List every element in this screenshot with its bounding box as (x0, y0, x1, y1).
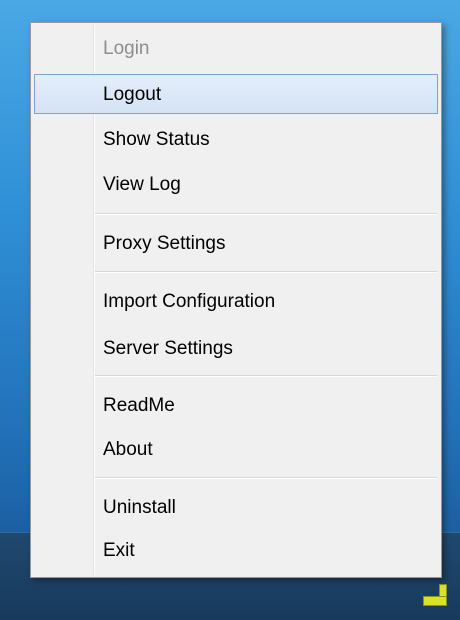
menu-item-label: Login (103, 38, 150, 59)
menu-item-label: Uninstall (103, 497, 176, 518)
menu-item-proxy-settings[interactable]: Proxy Settings (34, 223, 438, 263)
menu-separator (95, 477, 437, 479)
menu-item-label: Show Status (103, 129, 210, 150)
menu-item-label: Proxy Settings (103, 233, 226, 254)
tray-context-menu: Login Logout Show Status View Log Proxy … (30, 22, 442, 578)
menu-item-about[interactable]: About (34, 429, 438, 469)
menu-item-show-status[interactable]: Show Status (34, 119, 438, 159)
menu-item-label: Import Configuration (103, 291, 276, 312)
menu-item-label: View Log (103, 174, 181, 195)
tray-app-icon[interactable] (423, 584, 447, 606)
menu-item-view-log[interactable]: View Log (34, 164, 438, 204)
menu-item-label: Server Settings (103, 338, 233, 359)
tray-icon-base (423, 596, 447, 606)
menu-item-exit[interactable]: Exit (34, 530, 438, 570)
menu-item-server-settings[interactable]: Server Settings (34, 328, 438, 368)
menu-item-logout[interactable]: Logout (34, 74, 438, 114)
menu-separator (95, 213, 437, 215)
menu-item-label: ReadMe (103, 395, 175, 416)
menu-item-uninstall[interactable]: Uninstall (34, 487, 438, 527)
menu-item-label: About (103, 439, 153, 460)
menu-separator (95, 375, 437, 377)
menu-separator (95, 271, 437, 273)
menu-item-login: Login (34, 28, 438, 68)
menu-item-readme[interactable]: ReadMe (34, 385, 438, 425)
menu-item-label: Exit (103, 540, 135, 561)
menu-item-label: Logout (103, 84, 162, 105)
menu-item-import-configuration[interactable]: Import Configuration (34, 281, 438, 321)
